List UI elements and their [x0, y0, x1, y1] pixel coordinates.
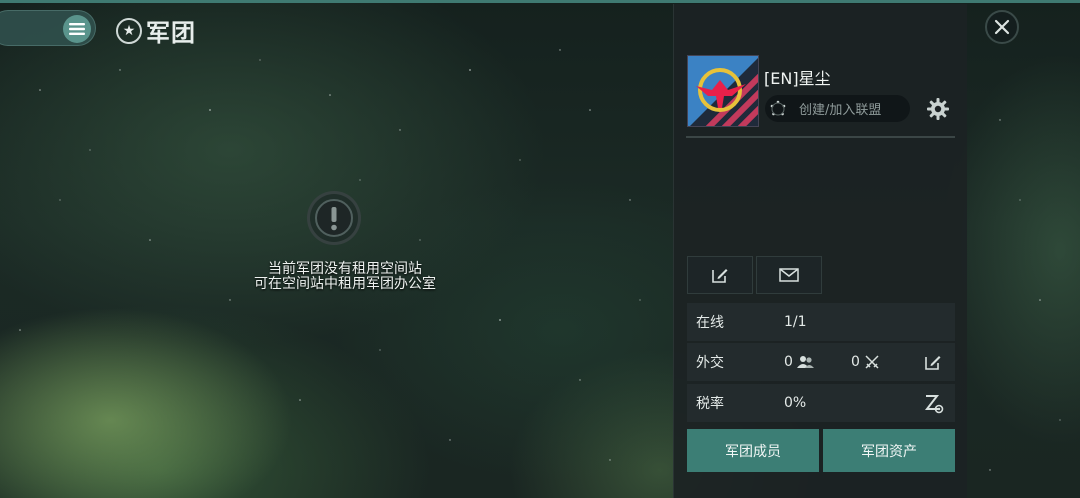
menu-button[interactable] [0, 10, 96, 46]
create-join-alliance-button[interactable]: 创建/加入联盟 [765, 95, 910, 122]
corp-assets-label: 军团资产 [861, 443, 917, 460]
enemies-count: 0 [851, 354, 860, 370]
star-circle-icon: ★ [116, 17, 142, 44]
tax-gear-icon [924, 395, 944, 414]
empty-state-message: 当前军团没有租用空间站 可在空间站中租用军团办公室 [200, 262, 490, 292]
top-accent-strip [0, 0, 1080, 3]
corp-assets-button[interactable]: 军团资产 [823, 429, 955, 472]
allies-icon [796, 356, 814, 368]
crossed-swords-icon [865, 355, 879, 369]
panel-divider [686, 136, 955, 138]
mail-icon [779, 268, 799, 282]
exclamation-icon [307, 191, 361, 245]
diplomacy-label: 外交 [696, 355, 724, 371]
tax-row: 税率 0% [687, 384, 955, 422]
tax-label: 税率 [696, 396, 724, 412]
corp-settings-button[interactable] [926, 97, 950, 121]
eagle-emblem-icon [688, 56, 758, 126]
empty-state-line-1: 当前军团没有租用空间站 [268, 261, 422, 277]
alliance-button-label: 创建/加入联盟 [799, 103, 882, 118]
close-button[interactable] [985, 10, 1019, 44]
empty-state-line-2: 可在空间站中租用军团办公室 [254, 276, 436, 292]
close-icon [994, 19, 1010, 35]
edit-diplomacy-button[interactable] [923, 352, 943, 372]
diplomacy-row: 外交 0 0 [687, 343, 955, 381]
corp-members-label: 军团成员 [725, 443, 781, 460]
allies-count-group: 0 [784, 354, 815, 370]
gear-icon [927, 98, 949, 120]
online-value: 1/1 [784, 314, 807, 330]
tax-settings-button[interactable] [923, 393, 944, 414]
online-label: 在线 [696, 315, 724, 331]
corp-members-button[interactable]: 军团成员 [687, 429, 819, 472]
edit-icon [712, 269, 728, 283]
page-title: 军团 [146, 19, 196, 47]
corp-mail-button[interactable] [756, 256, 822, 294]
edit-icon [925, 356, 941, 370]
corp-info-panel: [EN]星尘 创建/加入联盟 在线 1/1 外交 0 0 税率 0% 军团成员 … [673, 4, 967, 498]
page-title-group: ★ 军团 [116, 13, 196, 48]
edit-corp-button[interactable] [687, 256, 753, 294]
online-row: 在线 1/1 [687, 303, 955, 341]
tax-value: 0% [784, 395, 807, 411]
corp-logo[interactable] [687, 55, 759, 127]
list-icon [63, 15, 91, 43]
stars-ring-icon [770, 100, 786, 115]
enemies-count-group: 0 [851, 354, 880, 370]
corp-name: [EN]星尘 [764, 69, 831, 88]
allies-count: 0 [784, 354, 793, 370]
